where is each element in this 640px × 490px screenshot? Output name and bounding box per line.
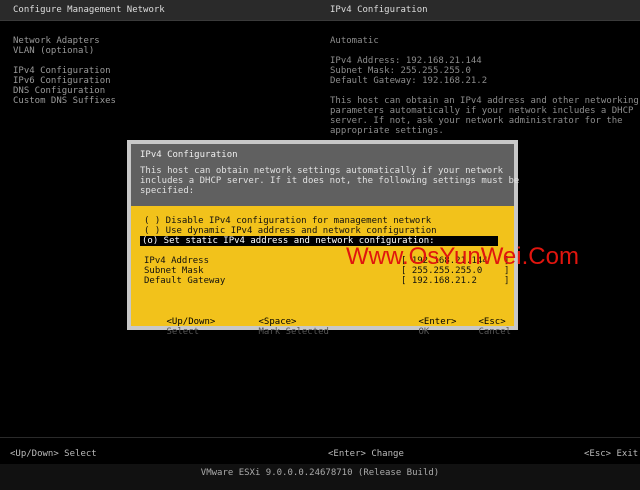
updown-key: <Up/Down> (166, 317, 216, 327)
option-disable-ipv4[interactable]: ( ) Disable IPv4 configuration for manag… (144, 216, 431, 226)
space-mark-hint: <Space> Mark Selected (226, 307, 329, 347)
info-description-line: parameters automatically if your network… (330, 106, 634, 116)
dialog-description-line: specified: (140, 186, 195, 196)
bottom-change-hint: <Enter> Change (328, 449, 404, 459)
version-string: VMware ESXi 9.0.0.0.24678710 (Release Bu… (200, 468, 440, 478)
enter-action: OK (418, 327, 430, 337)
dialog-header: IPv4 Configuration This host can obtain … (131, 144, 519, 206)
info-description-line: This host can obtain an IPv4 address and… (330, 96, 639, 106)
info-description-line: appropriate settings. (330, 126, 444, 136)
bottom-divider (0, 437, 640, 438)
ipv4-configuration-dialog: IPv4 Configuration This host can obtain … (127, 140, 519, 337)
menu-item-ipv6-configuration[interactable]: IPv6 Configuration (13, 76, 111, 86)
esc-action: Cancel (478, 327, 512, 337)
section-title: IPv4 Configuration (330, 5, 428, 15)
dialog-description-line: includes a DHCP server. If it does not, … (140, 176, 520, 186)
menu-item-dns-configuration[interactable]: DNS Configuration (13, 86, 105, 96)
ipv4-address-label: IPv4 Address (144, 256, 210, 266)
watermark: Www.OsYunWei.Com (346, 243, 579, 270)
default-gateway-label: Default Gateway (144, 276, 226, 286)
header-bar: Configure Management Network IPv4 Config… (0, 0, 640, 20)
cancel-button[interactable]: <Esc> Cancel (446, 307, 512, 347)
default-gateway-input[interactable]: [ 192.168.21.2 ] (401, 276, 509, 286)
menu-item-network-adapters[interactable]: Network Adapters (13, 36, 100, 46)
esc-key: <Esc> (478, 317, 506, 327)
space-key: <Space> (258, 317, 297, 327)
space-action: Mark Selected (258, 327, 329, 337)
menu-item-vlan[interactable]: VLAN (optional) (13, 46, 94, 56)
menu-item-custom-dns-suffixes[interactable]: Custom DNS Suffixes (13, 96, 116, 106)
option-dynamic-ipv4[interactable]: ( ) Use dynamic IPv4 address and network… (144, 226, 437, 236)
info-subnet-mask: Subnet Mask: 255.255.255.0 (330, 66, 471, 76)
updown-action: Select (166, 327, 200, 337)
info-description-line: server. If not, ask your network adminis… (330, 116, 623, 126)
bottom-exit-hint: <Esc> Exit (584, 449, 639, 459)
menu-item-ipv4-configuration[interactable]: IPv4 Configuration (13, 66, 111, 76)
screen-title: Configure Management Network (13, 5, 165, 15)
info-ipv4-address: IPv4 Address: 192.168.21.144 (330, 56, 482, 66)
dialog-title: IPv4 Configuration (140, 150, 238, 160)
header-divider (0, 20, 640, 21)
updown-select-hint: <Up/Down> Select (134, 307, 216, 347)
ipv4-mode: Automatic (330, 36, 379, 46)
subnet-mask-label: Subnet Mask (144, 266, 204, 276)
info-default-gateway: Default Gateway: 192.168.21.2 (330, 76, 488, 86)
bottom-select-hint: <Up/Down> Select (10, 449, 97, 459)
dialog-description-line: This host can obtain network settings au… (140, 166, 504, 176)
